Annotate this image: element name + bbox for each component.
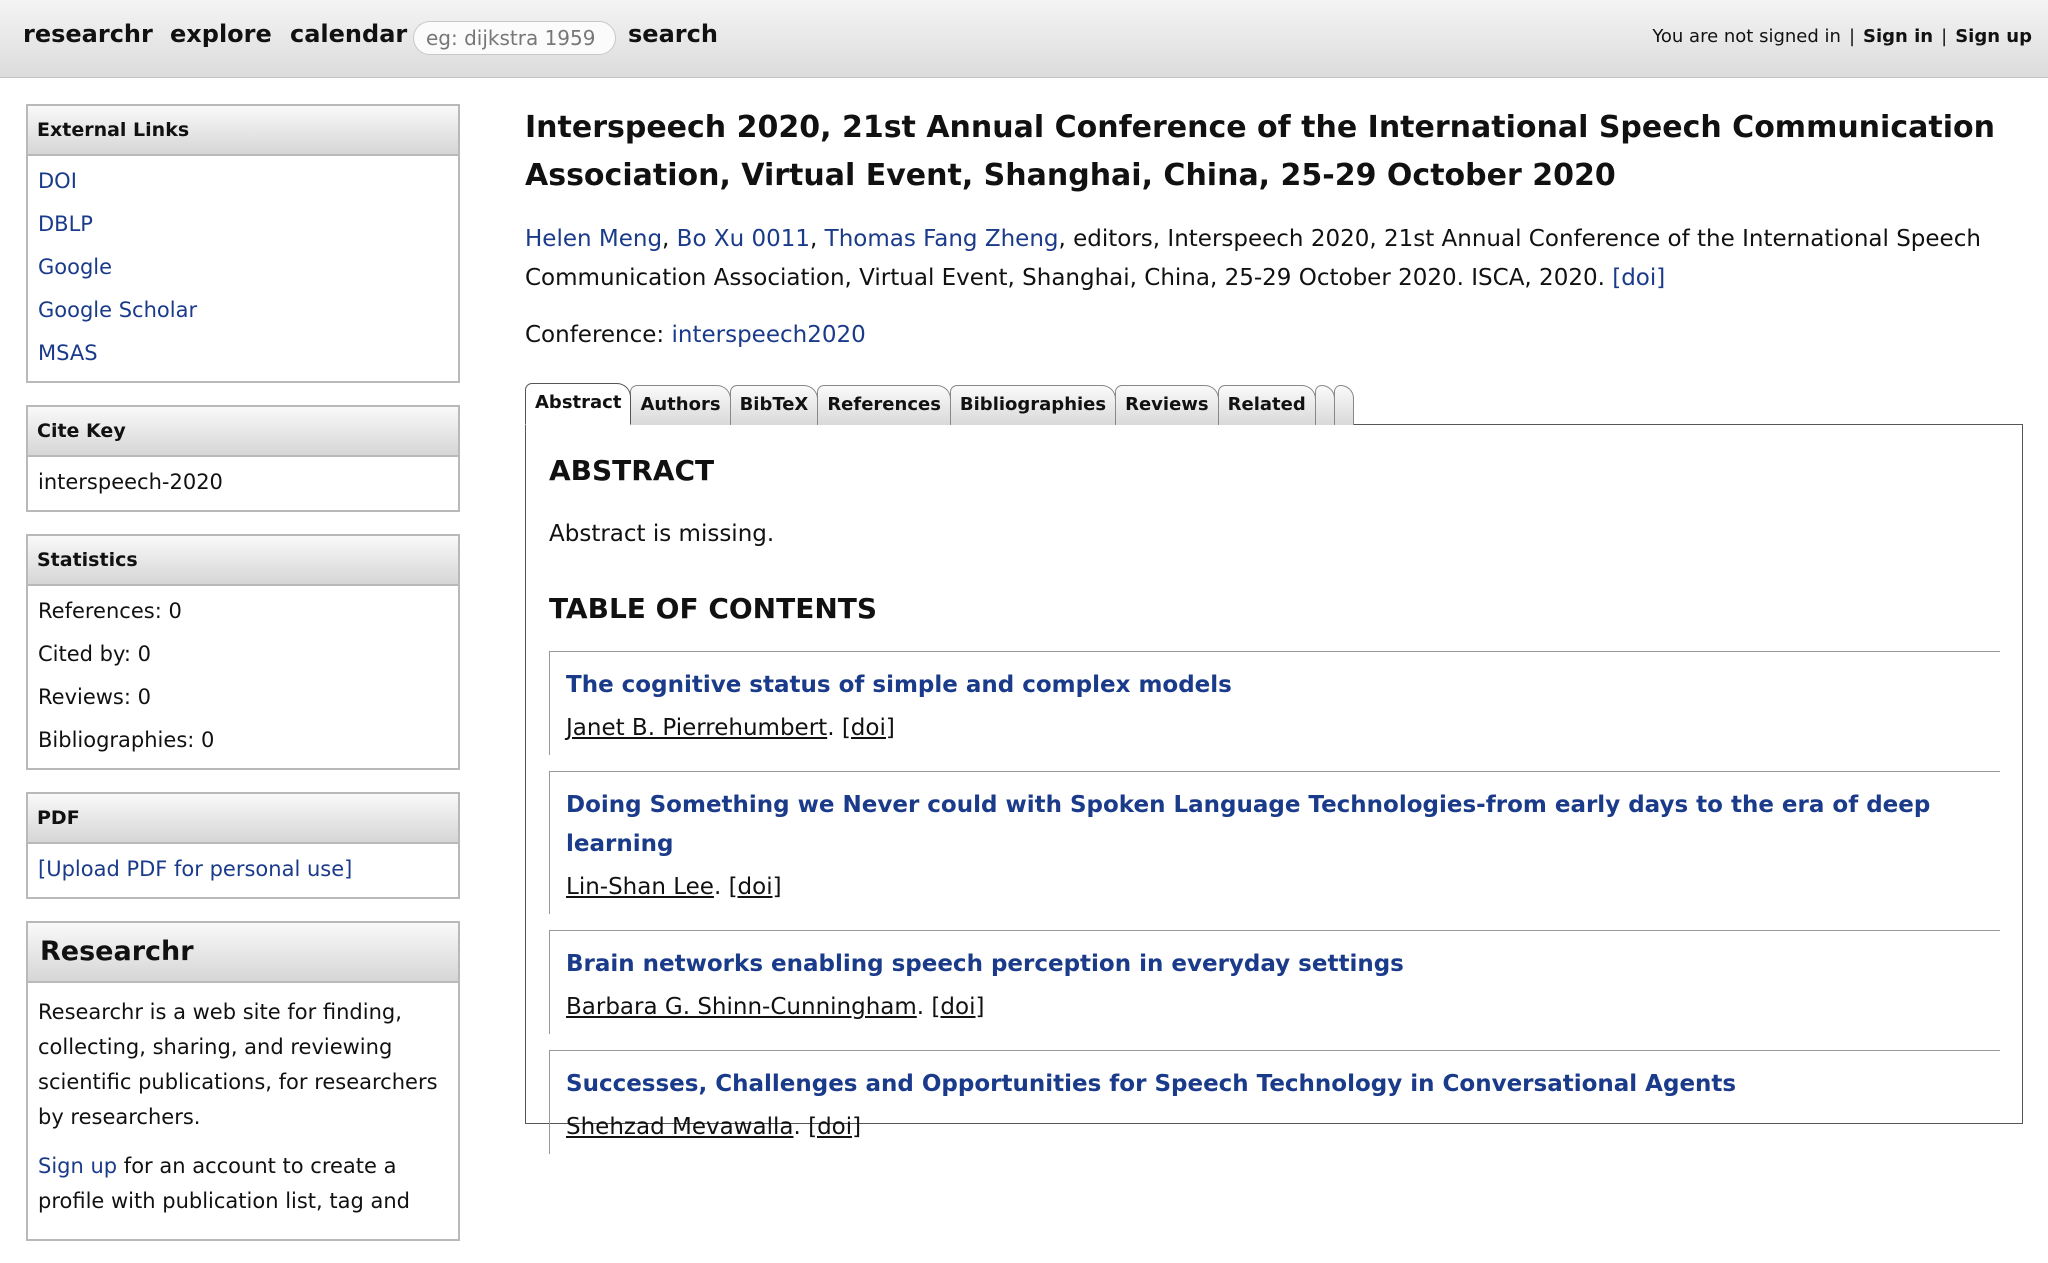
sign-up-link[interactable]: Sign up <box>1955 26 2032 47</box>
explore-link[interactable]: explore <box>170 20 272 48</box>
search-input[interactable] <box>413 21 616 55</box>
account-area: You are not signed in | Sign in | Sign up <box>1652 26 2032 47</box>
paper-title-link[interactable]: The cognitive status of simple and compl… <box>566 666 1984 705</box>
author-link[interactable]: Lin-Shan Lee <box>566 874 714 900</box>
page-title: Interspeech 2020, 21st Annual Conference… <box>525 110 1995 193</box>
researchr-box: Researchr Researchr is a web site for fi… <box>26 921 460 1241</box>
researchr-header: Researchr <box>28 923 458 983</box>
statistics-list: References: 0 Cited by: 0 Reviews: 0 Bib… <box>28 586 458 768</box>
toc-entry: Brain networks enabling speech perceptio… <box>549 930 2000 1034</box>
author-link[interactable]: Janet B. Pierrehumbert <box>566 715 827 741</box>
conference-link[interactable]: interspeech2020 <box>672 322 866 348</box>
tab-authors[interactable]: Authors <box>630 385 731 425</box>
sidebar: External Links DOI DBLP Google Google Sc… <box>26 104 460 1263</box>
editor-link[interactable]: Thomas Fang Zheng <box>825 226 1059 252</box>
researchr-description: Researchr is a web site for finding, col… <box>38 1000 438 1129</box>
cite-key-value: interspeech-2020 <box>38 470 223 494</box>
signin-status: You are not signed in <box>1652 26 1841 47</box>
stat-reviews: Reviews: 0 <box>38 685 151 709</box>
tab-empty[interactable] <box>1333 385 1354 425</box>
tab-bibliographies[interactable]: Bibliographies <box>949 385 1117 425</box>
external-link-dblp[interactable]: DBLP <box>38 203 448 246</box>
entry-separator: . <box>916 994 932 1020</box>
entry-separator: . <box>827 715 842 741</box>
cite-key-box: Cite Key interspeech-2020 <box>26 405 460 512</box>
calendar-link[interactable]: calendar <box>290 20 407 48</box>
search-button[interactable]: search <box>628 20 718 48</box>
entry-meta: Janet B. Pierrehumbert. [doi] <box>566 709 1984 747</box>
doi-link[interactable]: [doi] <box>931 994 984 1020</box>
toc-entry: The cognitive status of simple and compl… <box>549 651 2000 755</box>
cite-key-body: interspeech-2020 <box>28 457 458 510</box>
stat-references: References: 0 <box>38 599 182 623</box>
pdf-box: PDF [Upload PDF for personal use] <box>26 792 460 899</box>
paper-title-link[interactable]: Brain networks enabling speech perceptio… <box>566 945 1984 984</box>
citation-doi-link[interactable]: [doi] <box>1612 265 1665 291</box>
comma: , <box>662 226 677 252</box>
statistics-box: Statistics References: 0 Cited by: 0 Rev… <box>26 534 460 770</box>
editor-link[interactable]: Bo Xu 0011 <box>677 226 810 252</box>
researchr-body: Researchr is a web site for finding, col… <box>28 983 458 1239</box>
tab-related[interactable]: Related <box>1217 385 1316 425</box>
external-link-doi[interactable]: DOI <box>38 160 448 203</box>
brand-link[interactable]: researchr <box>23 20 153 48</box>
sign-in-link[interactable]: Sign in <box>1863 26 1933 47</box>
external-links-header: External Links <box>28 106 458 156</box>
comma: , <box>810 226 825 252</box>
doi-link[interactable]: [doi] <box>842 715 895 741</box>
tab-empty[interactable] <box>1314 385 1335 425</box>
tab-references[interactable]: References <box>817 385 951 425</box>
top-navigation-bar: researchr explore calendar search You ar… <box>0 0 2048 78</box>
author-link[interactable]: Barbara G. Shinn-Cunningham <box>566 994 917 1020</box>
abstract-heading: ABSTRACT <box>549 454 715 487</box>
stat-cited-by: Cited by: 0 <box>38 642 151 666</box>
pdf-body: [Upload PDF for personal use] <box>28 844 458 897</box>
tab-bar: Abstract Authors BibTeX References Bibli… <box>525 383 2023 425</box>
citation: Helen Meng, Bo Xu 0011, Thomas Fang Zhen… <box>525 220 2023 298</box>
upload-pdf-link[interactable]: [Upload PDF for personal use] <box>38 848 448 891</box>
stat-bibliographies: Bibliographies: 0 <box>38 728 215 752</box>
toc-entry: Doing Something we Never could with Spok… <box>549 771 2000 914</box>
statistics-header: Statistics <box>28 536 458 586</box>
external-links-box: External Links DOI DBLP Google Google Sc… <box>26 104 460 383</box>
conference-label: Conference: <box>525 322 672 348</box>
signup-link[interactable]: Sign up <box>38 1154 117 1178</box>
tab-reviews[interactable]: Reviews <box>1115 385 1219 425</box>
entry-meta: Lin-Shan Lee. [doi] <box>566 868 1984 906</box>
tab-bibtex[interactable]: BibTeX <box>729 385 819 425</box>
toc-heading: TABLE OF CONTENTS <box>549 592 878 625</box>
paper-title-link[interactable]: Successes, Challenges and Opportunities … <box>566 1065 1984 1104</box>
external-link-msas[interactable]: MSAS <box>38 332 448 375</box>
author-link[interactable]: Shehzad Mevawalla <box>566 1114 793 1140</box>
conference-line: Conference: interspeech2020 <box>525 316 2023 355</box>
cite-key-header: Cite Key <box>28 407 458 457</box>
main-content: Interspeech 2020, 21st Annual Conference… <box>525 104 2023 1154</box>
entry-separator: . <box>793 1114 809 1140</box>
toc-entry: Successes, Challenges and Opportunities … <box>549 1050 2000 1154</box>
toc-list: The cognitive status of simple and compl… <box>549 651 2000 1154</box>
external-links-list: DOI DBLP Google Google Scholar MSAS <box>28 156 458 381</box>
doi-link[interactable]: [doi] <box>808 1114 861 1140</box>
external-link-google[interactable]: Google <box>38 246 448 289</box>
abstract-text: Abstract is missing. <box>549 521 775 547</box>
separator: | <box>1848 26 1856 47</box>
entry-meta: Barbara G. Shinn-Cunningham. [doi] <box>566 988 1984 1026</box>
pdf-header: PDF <box>28 794 458 844</box>
entry-meta: Shehzad Mevawalla. [doi] <box>566 1108 1984 1146</box>
paper-title-link[interactable]: Doing Something we Never could with Spok… <box>566 786 1984 864</box>
entry-separator: . <box>713 874 729 900</box>
researchr-signup-text: Sign up for an account to create a profi… <box>38 1149 448 1219</box>
separator: | <box>1941 26 1948 47</box>
editor-link[interactable]: Helen Meng <box>525 226 662 252</box>
doi-link[interactable]: [doi] <box>729 874 782 900</box>
tab-panel: ABSTRACT Abstract is missing. TABLE OF C… <box>525 424 2023 1154</box>
tab-abstract[interactable]: Abstract <box>525 383 632 425</box>
external-link-google-scholar[interactable]: Google Scholar <box>38 289 448 332</box>
